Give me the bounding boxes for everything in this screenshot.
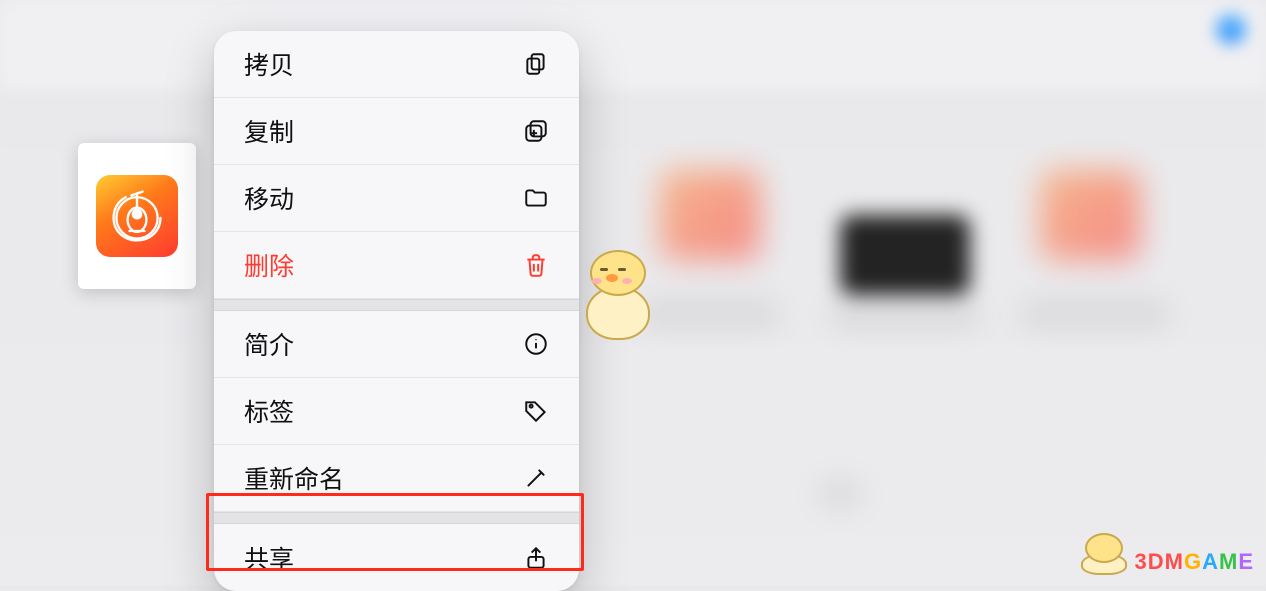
share-icon <box>523 545 549 571</box>
menu-item-move[interactable]: 移动 <box>214 165 579 232</box>
menu-item-duplicate[interactable]: 复制 <box>214 98 579 165</box>
menu-item-tags[interactable]: 标签 <box>214 378 579 445</box>
blurred-file-1 <box>660 170 760 260</box>
menu-separator <box>214 512 579 524</box>
folder-icon <box>523 185 549 211</box>
mascot-character <box>580 250 660 340</box>
menu-item-label: 删除 <box>244 247 294 283</box>
garageband-icon <box>96 175 178 257</box>
blurred-label-1 <box>640 300 780 328</box>
plus-square-on-square-icon <box>523 118 549 144</box>
pencil-icon <box>523 465 549 491</box>
blurred-file-3 <box>1040 170 1140 260</box>
menu-item-label: 共享 <box>244 540 294 576</box>
menu-item-label: 简介 <box>244 326 294 362</box>
menu-item-rename[interactable]: 重新命名 <box>214 445 579 512</box>
tag-icon <box>523 398 549 424</box>
blurred-label-3 <box>1020 300 1170 328</box>
trash-icon <box>523 252 549 278</box>
menu-item-label: 复制 <box>244 113 294 149</box>
file-context-menu: 拷贝 复制 移动 删除 简介 标签 重新命名 <box>214 31 579 591</box>
doc-on-doc-icon <box>523 51 549 77</box>
blurred-label-2 <box>830 300 980 328</box>
menu-item-info[interactable]: 简介 <box>214 311 579 378</box>
blurred-action-button <box>1216 14 1246 44</box>
menu-item-label: 重新命名 <box>244 460 344 496</box>
menu-item-delete[interactable]: 删除 <box>214 232 579 299</box>
menu-item-share[interactable]: 共享 <box>214 524 579 591</box>
menu-item-copy[interactable]: 拷贝 <box>214 31 579 98</box>
selected-file-thumbnail[interactable] <box>78 143 196 289</box>
menu-item-label: 移动 <box>244 180 294 216</box>
menu-item-label: 标签 <box>244 393 294 429</box>
menu-item-label: 拷贝 <box>244 46 294 82</box>
info-circle-icon <box>523 331 549 357</box>
blurred-element <box>820 480 860 508</box>
blurred-file-2 <box>840 215 970 295</box>
menu-separator <box>214 299 579 311</box>
blurred-top-bar <box>0 0 1266 90</box>
